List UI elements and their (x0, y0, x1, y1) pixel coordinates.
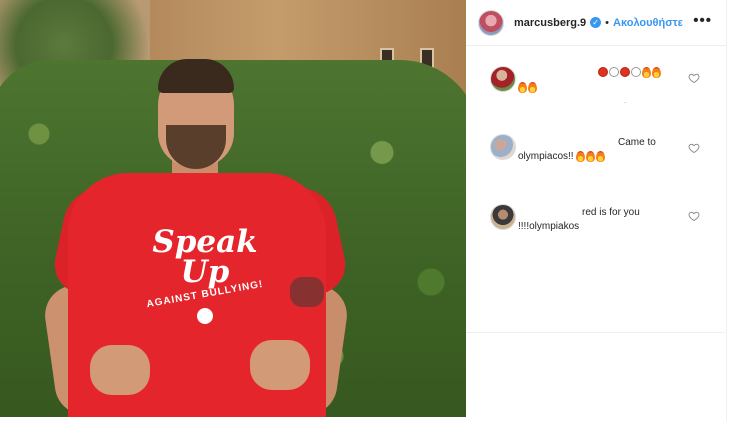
fire-emoji (652, 66, 661, 78)
fire-emoji (576, 150, 586, 162)
heart-outline-icon[interactable] (688, 142, 700, 154)
comment-emoji-line (598, 66, 688, 80)
header-separator: • (605, 16, 610, 29)
owner-username[interactable]: marcusberg.9 (514, 17, 586, 29)
red-circle-emoji (620, 67, 630, 78)
comment-item: . (466, 66, 726, 116)
left-hand-pointing (90, 345, 150, 395)
hair (158, 59, 234, 93)
comment-meta: . (624, 96, 627, 105)
comment-emoji-line-2 (518, 81, 688, 95)
comment-text-line-2: olympiacos!! (518, 150, 688, 164)
more-options-icon[interactable]: ••• (693, 12, 712, 29)
commenter-avatar[interactable] (490, 134, 516, 160)
heart-outline-icon[interactable] (688, 210, 700, 222)
fire-emoji (586, 150, 596, 162)
comment-item: red is for you !!!!olympiakos (466, 204, 726, 244)
arm-tattoo (290, 277, 324, 307)
fire-emoji (642, 66, 651, 78)
follow-button[interactable]: Ακολουθήστε (613, 17, 683, 29)
comment-text: olympiacos!! (518, 151, 574, 162)
comment-text-line-1: red is for you (582, 207, 640, 218)
fire-emoji (528, 81, 537, 93)
white-circle-emoji (631, 67, 641, 78)
white-circle-emoji (609, 67, 619, 78)
actions-divider (466, 332, 725, 333)
commenter-avatar[interactable] (490, 66, 516, 92)
owner-avatar[interactable] (478, 9, 504, 36)
verified-badge-icon: ✓ (590, 17, 602, 28)
shirt-print-badge (197, 308, 213, 324)
post-photo[interactable]: Speak Up AGAINST BULLYING! (0, 0, 466, 417)
commenter-avatar[interactable] (490, 204, 516, 230)
red-circle-emoji (598, 67, 608, 78)
fire-emoji (518, 81, 527, 93)
comment-text-line-1: Came to (618, 137, 656, 148)
shirt-print-speak: Speak (152, 224, 258, 260)
comment-text-line-2: !!!!olympiakos (518, 221, 580, 232)
panel-border (726, 0, 727, 421)
person: Speak Up AGAINST BULLYING! (41, 55, 351, 417)
comment-item: Came to olympiacos!! (466, 134, 726, 174)
heart-outline-icon[interactable] (688, 72, 700, 84)
fire-emoji (596, 150, 606, 162)
post-sidebar: marcusberg.9 ✓ • Ακολουθήστε ••• . Came … (466, 0, 737, 421)
shirt-print: Speak Up AGAINST BULLYING! (145, 227, 265, 329)
post-header: marcusberg.9 ✓ • Ακολουθήστε ••• (466, 0, 726, 46)
right-hand-pointing (250, 340, 310, 390)
